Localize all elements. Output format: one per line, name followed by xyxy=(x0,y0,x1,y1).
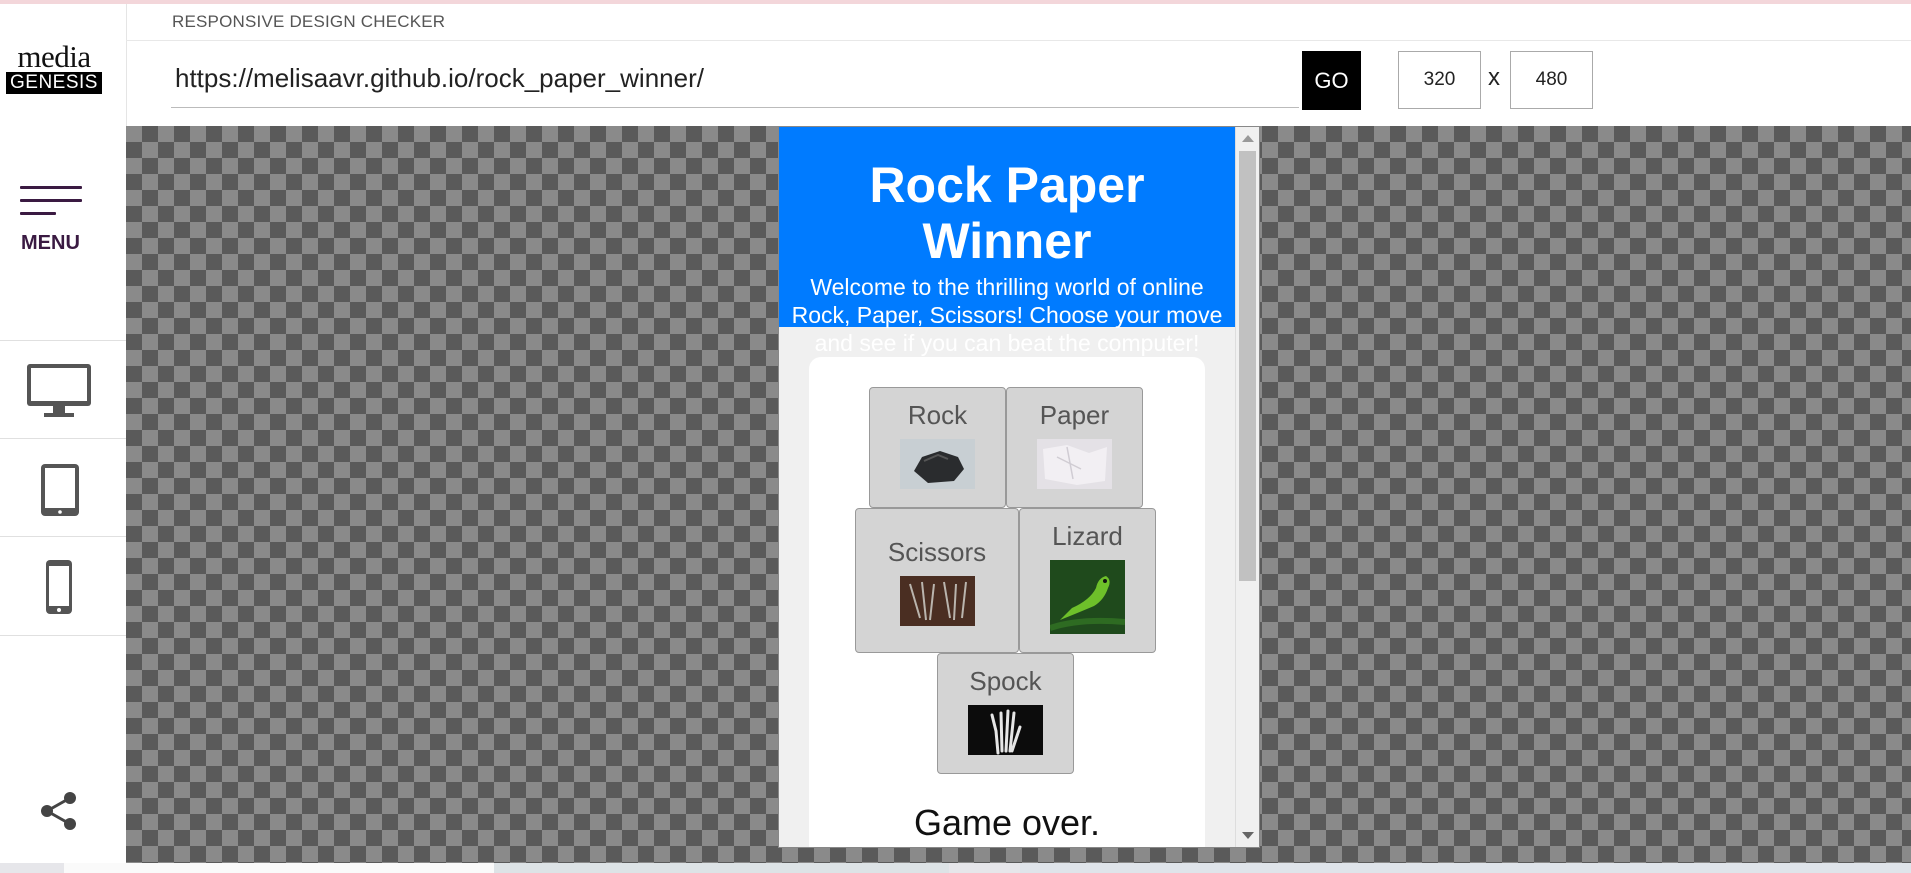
site-header: Rock Paper Winner Welcome to the thrilli… xyxy=(779,127,1235,356)
width-input[interactable] xyxy=(1398,51,1481,109)
preview-scrollbar[interactable] xyxy=(1235,127,1259,847)
site-title: Rock Paper Winner xyxy=(869,157,1145,269)
choice-label: Lizard xyxy=(1052,521,1123,551)
scissors-image xyxy=(899,576,975,626)
paper-image xyxy=(1037,439,1112,489)
lizard-image xyxy=(1050,560,1125,634)
desktop-icon xyxy=(27,364,91,417)
choice-spock-button[interactable]: Spock xyxy=(937,653,1074,774)
choice-rock-button[interactable]: Rock xyxy=(869,387,1006,508)
height-input[interactable] xyxy=(1510,51,1593,109)
header-divider xyxy=(126,40,1911,41)
device-preview-frame[interactable]: Rock Paper Winner Welcome to the thrilli… xyxy=(778,126,1260,848)
logo-bottom-text: GENESIS xyxy=(6,72,102,94)
top-border xyxy=(0,0,1911,4)
device-mobile-button[interactable] xyxy=(0,536,126,636)
sidebar: media GENESIS MENU xyxy=(0,4,127,863)
site-description: Welcome to the thrilling world of online… xyxy=(791,274,1223,356)
bottom-strip xyxy=(0,863,1911,873)
share-button[interactable] xyxy=(38,790,80,837)
scroll-down-arrow-icon[interactable] xyxy=(1242,832,1254,839)
menu-button[interactable]: MENU xyxy=(0,164,126,264)
logo-top-text: media xyxy=(17,39,91,74)
choice-scissors-button[interactable]: Scissors xyxy=(855,508,1019,653)
choice-label: Scissors xyxy=(887,537,987,567)
rock-image xyxy=(900,439,975,489)
dimension-separator: x xyxy=(1488,64,1500,91)
logo[interactable]: media GENESIS xyxy=(6,39,102,94)
menu-label: MENU xyxy=(21,232,80,254)
tablet-icon xyxy=(41,464,79,516)
url-input[interactable] xyxy=(171,50,1299,108)
spock-image xyxy=(968,705,1043,755)
choice-label: Rock xyxy=(907,400,968,430)
choice-lizard-button[interactable]: Lizard xyxy=(1019,508,1156,653)
go-button[interactable]: GO xyxy=(1302,51,1361,110)
share-icon xyxy=(41,792,76,830)
game-status: Game over. xyxy=(913,802,1101,843)
choice-paper-button[interactable]: Paper xyxy=(1006,387,1143,508)
scroll-up-arrow-icon[interactable] xyxy=(1242,135,1254,142)
choice-label: Paper xyxy=(1039,400,1110,430)
device-desktop-button[interactable] xyxy=(0,340,126,439)
game-card: Rock Paper Scissors Lizard Spock Game ov… xyxy=(809,357,1205,847)
choice-label: Spock xyxy=(969,666,1042,696)
mobile-icon xyxy=(46,560,72,614)
hamburger-icon xyxy=(20,186,82,225)
app-title: RESPONSIVE DESIGN CHECKER xyxy=(172,12,446,31)
scroll-thumb[interactable] xyxy=(1239,151,1256,581)
device-tablet-button[interactable] xyxy=(0,438,126,537)
